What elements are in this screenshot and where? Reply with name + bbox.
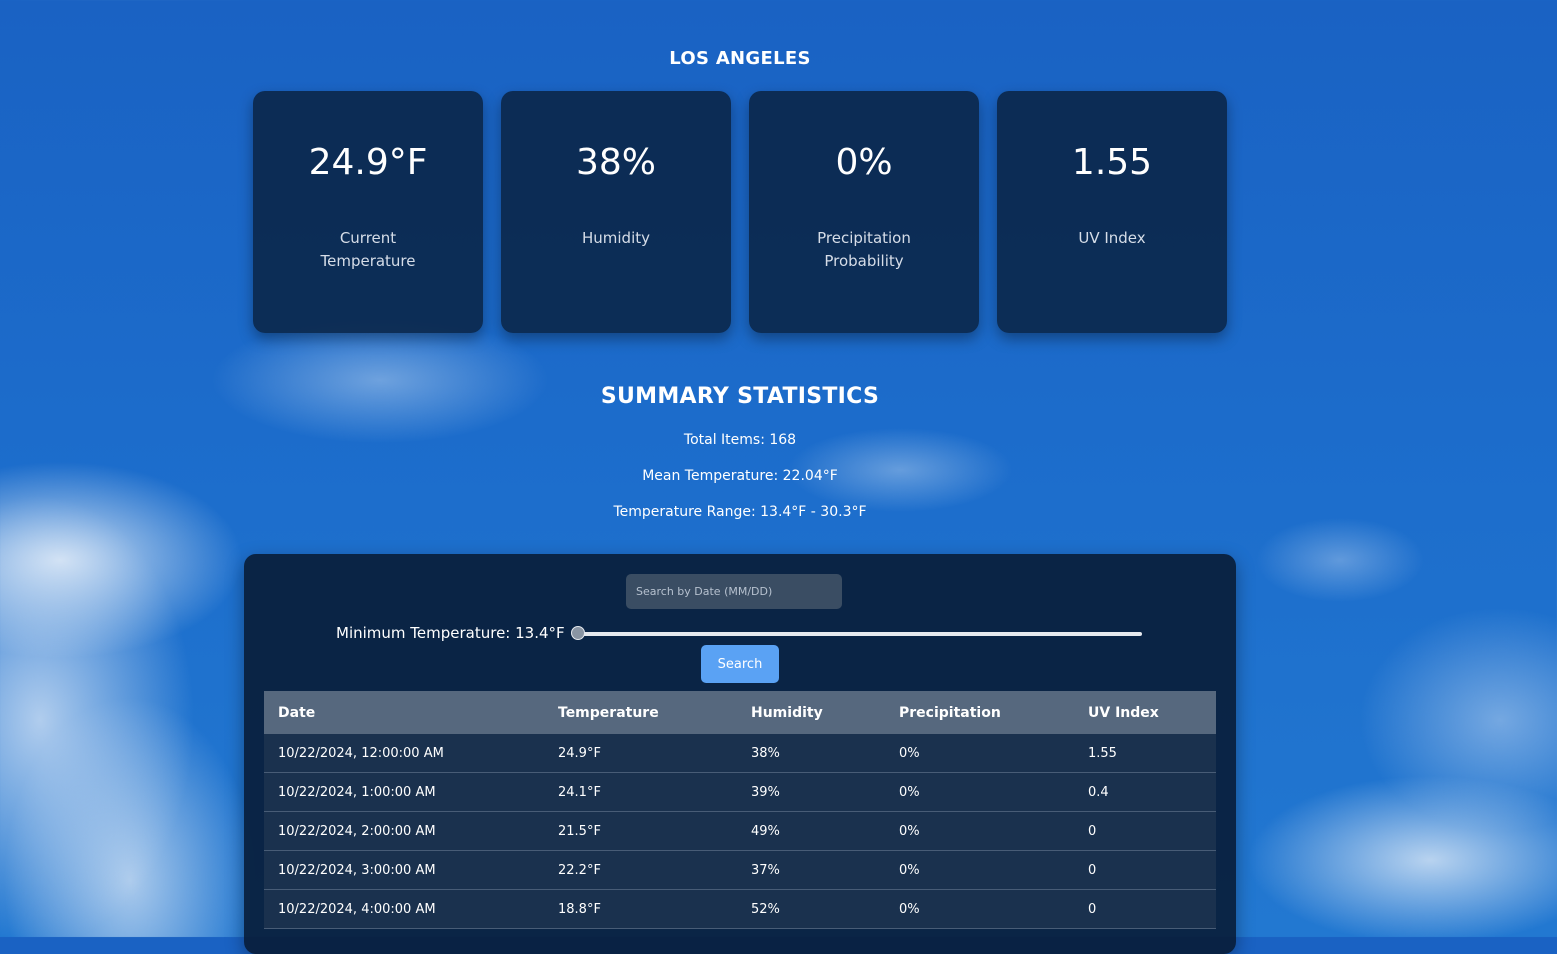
- cell-temperature: 21.5°F: [544, 811, 737, 851]
- weather-cards: 24.9°F Current Temperature 38% Humidity …: [253, 91, 1227, 333]
- precipitation-card: 0% Precipitation Probability: [749, 91, 979, 333]
- cell-temperature: 24.9°F: [544, 734, 737, 773]
- summary-title: SUMMARY STATISTICS: [600, 384, 880, 409]
- cell-precipitation: 0%: [885, 772, 1074, 812]
- cell-humidity: 38%: [737, 734, 885, 773]
- cell-date: 10/22/2024, 3:00:00 AM: [264, 850, 544, 890]
- card-label: UV Index: [1078, 229, 1146, 247]
- card-label: Precipitation Probability: [817, 229, 911, 270]
- humidity-card: 38% Humidity: [501, 91, 731, 333]
- cell-humidity: 39%: [737, 772, 885, 812]
- cell-temperature: 22.2°F: [544, 850, 737, 890]
- cell-temperature: 18.8°F: [544, 889, 737, 929]
- current-temperature-card: 24.9°F Current Temperature: [253, 91, 483, 333]
- cell-uv-index: 0: [1074, 850, 1216, 890]
- cell-uv-index: 1.55: [1074, 734, 1216, 773]
- card-label: Humidity: [581, 229, 650, 247]
- slider-thumb[interactable]: [571, 626, 585, 640]
- card-value: 24.9°F: [308, 142, 428, 183]
- column-header-temperature[interactable]: Temperature: [544, 691, 737, 734]
- cell-date: 10/22/2024, 4:00:00 AM: [264, 889, 544, 929]
- cell-precipitation: 0%: [885, 889, 1074, 929]
- table-header-row: Date Temperature Humidity Precipitation …: [264, 691, 1216, 734]
- cell-uv-index: 0: [1074, 811, 1216, 851]
- total-items-stat: Total Items: 168: [683, 432, 797, 448]
- cell-date: 10/22/2024, 12:00:00 AM: [264, 734, 544, 773]
- column-header-uv-index[interactable]: UV Index: [1074, 691, 1216, 734]
- column-header-humidity[interactable]: Humidity: [737, 691, 885, 734]
- mean-temperature-stat: Mean Temperature: 22.04°F: [642, 468, 838, 484]
- cell-precipitation: 0%: [885, 734, 1074, 773]
- min-temperature-label: Minimum Temperature: 13.4°F: [336, 624, 565, 642]
- cell-precipitation: 0%: [885, 811, 1074, 851]
- table-row: 10/22/2024, 4:00:00 AM 18.8°F 52% 0% 0: [264, 889, 1216, 929]
- card-label: Current Temperature: [320, 229, 416, 270]
- data-panel: Minimum Temperature: 13.4°F Search Date …: [244, 554, 1236, 954]
- date-search-input[interactable]: [626, 574, 842, 609]
- card-value: 1.55: [1071, 142, 1153, 183]
- weather-table: Date Temperature Humidity Precipitation …: [264, 691, 1216, 929]
- uv-index-card: 1.55 UV Index: [997, 91, 1227, 333]
- temperature-range-stat: Temperature Range: 13.4°F - 30.3°F: [613, 504, 867, 520]
- table-row: 10/22/2024, 2:00:00 AM 21.5°F 49% 0% 0: [264, 811, 1216, 851]
- column-header-precipitation[interactable]: Precipitation: [885, 691, 1074, 734]
- card-value: 38%: [575, 142, 656, 183]
- cell-uv-index: 0: [1074, 889, 1216, 929]
- search-button[interactable]: Search: [701, 645, 779, 683]
- min-temperature-slider[interactable]: [578, 632, 1142, 636]
- column-header-date[interactable]: Date: [264, 691, 544, 734]
- cell-temperature: 24.1°F: [544, 772, 737, 812]
- cell-date: 10/22/2024, 2:00:00 AM: [264, 811, 544, 851]
- table-row: 10/22/2024, 12:00:00 AM 24.9°F 38% 0% 1.…: [264, 734, 1216, 773]
- cell-precipitation: 0%: [885, 850, 1074, 890]
- city-title: LOS ANGELES: [669, 48, 811, 69]
- cell-humidity: 37%: [737, 850, 885, 890]
- table-row: 10/22/2024, 1:00:00 AM 24.1°F 39% 0% 0.4: [264, 772, 1216, 812]
- cell-humidity: 49%: [737, 811, 885, 851]
- cell-uv-index: 0.4: [1074, 772, 1216, 812]
- cell-date: 10/22/2024, 1:00:00 AM: [264, 772, 544, 812]
- table-row: 10/22/2024, 3:00:00 AM 22.2°F 37% 0% 0: [264, 850, 1216, 890]
- card-value: 0%: [835, 142, 893, 183]
- cell-humidity: 52%: [737, 889, 885, 929]
